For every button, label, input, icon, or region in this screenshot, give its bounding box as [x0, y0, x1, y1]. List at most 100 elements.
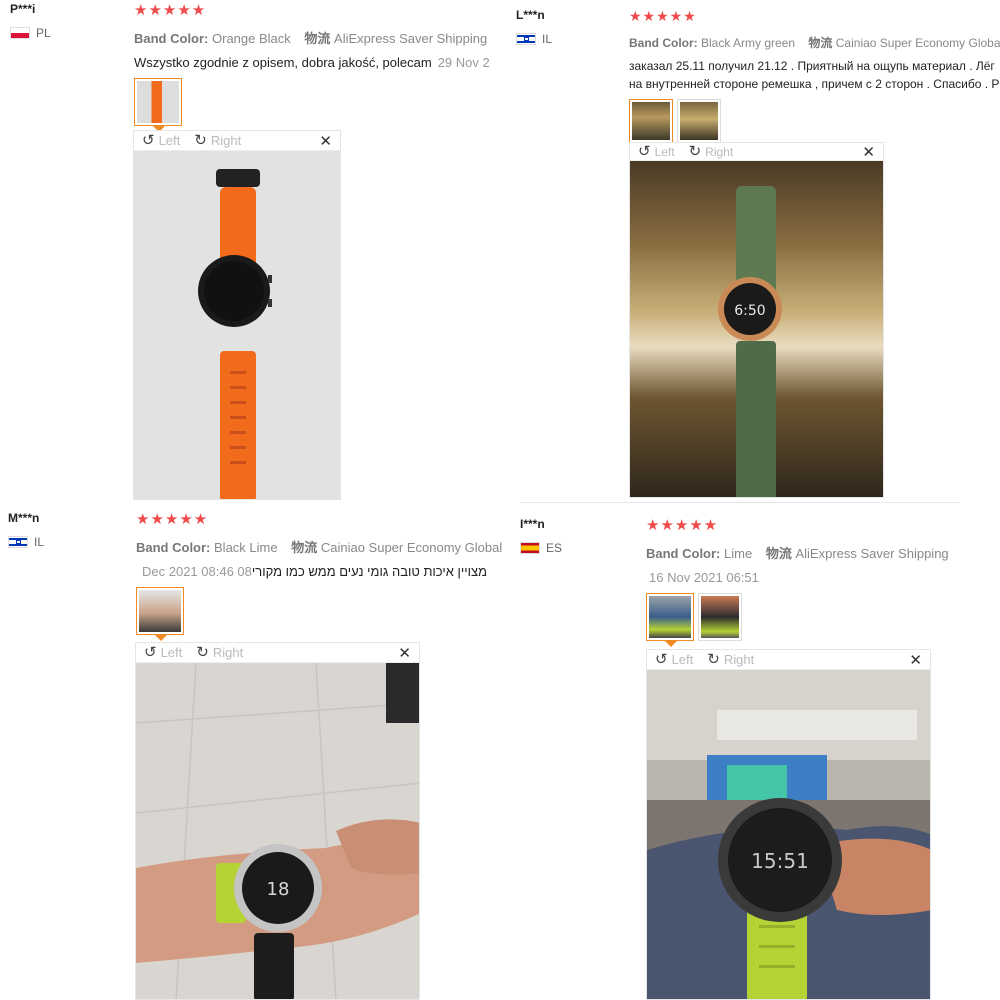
photo-viewer: ↺ Left ↻ Right ✕ 15:51 — [646, 649, 931, 1000]
close-icon[interactable]: ✕ — [909, 651, 922, 669]
rotate-right-icon: ↻ — [194, 132, 207, 149]
band-color-label: Band Color: — [646, 546, 721, 561]
review-text-line2: на внутренней стороне ремешка , причем с… — [629, 77, 1000, 91]
star-rating: ★★★★★ — [136, 511, 209, 528]
photo-thumbnails — [134, 78, 494, 132]
rotate-right-button[interactable]: ↻ Right — [194, 133, 241, 148]
review-text: מצויין איכות טובה גומי נעים ממש כמו מקור… — [136, 564, 500, 579]
band-color-label: Band Color: — [134, 31, 209, 46]
reviewer-name: I***n — [520, 517, 545, 531]
watch-photo-black-lime: 18 — [136, 663, 419, 999]
review-text: 16 Nov 2021 06:51 — [646, 570, 1000, 585]
review-1: P***i PL ★★★★★ Band Color: Orange Black … — [0, 0, 500, 500]
spain-flag-icon — [520, 542, 540, 554]
review-photo[interactable]: 15:51 — [647, 670, 930, 999]
reviewer-country: IL — [516, 32, 552, 46]
review-photo[interactable]: 6:50 — [630, 161, 883, 497]
watch-photo-army-green: 6:50 — [630, 161, 883, 497]
rotate-right-button[interactable]: ↻ Right — [196, 645, 243, 660]
review-text-line1: заказал 25.11 получил 21.12 . Приятный н… — [629, 59, 995, 73]
watch-photo-lime: 15:51 — [647, 670, 930, 999]
review-2: L***n IL ★★★★★ Band Color: Black Army gr… — [510, 0, 1000, 503]
reviewer-info: M***n IL — [8, 511, 44, 549]
photo-viewer: ↺ Left ↻ Right ✕ — [133, 130, 341, 500]
review-date: 08 Dec 2021 08:46 — [142, 564, 252, 579]
reviewer-info: P***i PL — [10, 2, 51, 40]
close-icon[interactable]: ✕ — [319, 132, 332, 150]
logistics-label: 物流 — [765, 546, 792, 561]
divider — [520, 502, 960, 503]
rotate-right-button[interactable]: ↻ Right — [707, 652, 754, 667]
band-color-label: Band Color: — [629, 36, 698, 50]
sku-info: Band Color: Orange Black 物流 AliExpress S… — [134, 28, 494, 47]
shipping-value: AliExpress Saver Shipping — [795, 546, 949, 561]
photo-thumbnails — [646, 593, 1000, 647]
review-4: I***n ES ★★★★★ Band Color: Lime 物流 AliEx… — [510, 505, 1000, 1000]
rotate-right-icon: ↻ — [688, 143, 702, 160]
viewer-toolbar: ↺ Left ↻ Right ✕ — [630, 143, 883, 161]
photo-thumbnail[interactable] — [677, 99, 721, 143]
reviewer-name: M***n — [8, 511, 40, 525]
photo-thumbnail[interactable] — [698, 593, 742, 641]
review-date: 16 Nov 2021 06:51 — [649, 570, 759, 585]
reviewer-info: L***n IL — [516, 8, 552, 46]
photo-thumbnails — [629, 99, 1000, 149]
rotate-left-icon: ↺ — [655, 651, 668, 668]
review-text: Wszystko zgodnie z opisem, dobra jakość,… — [134, 55, 494, 70]
rotate-right-button[interactable]: ↻ Right — [689, 144, 734, 159]
band-color-label: Band Color: — [136, 540, 211, 555]
band-color-value: Lime — [724, 546, 753, 561]
country-code: ES — [546, 541, 563, 555]
photo-thumbnails — [136, 587, 500, 641]
watch-photo-orange — [134, 151, 340, 499]
review-date: 29 Nov 2 — [437, 55, 490, 70]
country-code: IL — [34, 535, 45, 549]
sku-info: Band Color: Black Lime 物流 Cainiao Super … — [136, 537, 502, 556]
review-content: מצויין איכות טובה גומי נעים ממש כמו מקור… — [251, 564, 488, 579]
rotate-left-button[interactable]: ↺ Left — [655, 652, 693, 667]
review-photo[interactable] — [134, 151, 340, 499]
photo-thumbnail[interactable] — [134, 78, 182, 132]
band-color-value: Black Army green — [701, 36, 796, 50]
poland-flag-icon — [10, 27, 30, 39]
photo-viewer: ↺ Left ↻ Right ✕ 18 — [135, 642, 420, 1000]
israel-flag-icon — [516, 33, 536, 45]
close-icon[interactable]: ✕ — [398, 644, 411, 662]
logistics-label: 物流 — [304, 31, 331, 46]
close-icon[interactable]: ✕ — [862, 143, 875, 161]
rotate-left-button[interactable]: ↺ Left — [144, 645, 182, 660]
reviewer-name: P***i — [10, 2, 36, 16]
viewer-toolbar: ↺ Left ↻ Right ✕ — [136, 643, 419, 663]
shipping-value: AliExpress Saver Shipping — [334, 31, 488, 46]
reviewer-name: L***n — [516, 8, 545, 22]
rotate-right-icon: ↻ — [196, 644, 209, 661]
review-content: Wszystko zgodnie z opisem, dobra jakość,… — [134, 55, 432, 70]
rotate-left-icon: ↺ — [638, 143, 651, 160]
photo-thumbnail[interactable] — [629, 99, 673, 149]
reviewer-country: PL — [10, 26, 51, 40]
watch-screen-time: 6:50 — [734, 303, 765, 319]
viewer-toolbar: ↺ Left ↻ Right ✕ — [647, 650, 930, 670]
band-color-value: Black Lime — [214, 540, 278, 555]
watch-screen-value: 18 — [267, 879, 290, 900]
sku-info: Band Color: Black Army green 物流 Cainiao … — [629, 34, 1000, 51]
rotate-right-icon: ↻ — [707, 651, 720, 668]
logistics-label: 物流 — [291, 540, 318, 555]
shipping-value: Cainiao Super Economy Global — [835, 36, 1000, 50]
sku-info: Band Color: Lime 物流 AliExpress Saver Shi… — [646, 543, 1000, 562]
photo-viewer: ↺ Left ↻ Right ✕ — [629, 142, 884, 498]
band-color-value: Orange Black — [212, 31, 291, 46]
rotate-left-button[interactable]: ↺ Left — [638, 144, 675, 159]
photo-thumbnail[interactable] — [646, 593, 694, 647]
logistics-label: 物流 — [808, 36, 833, 50]
photo-thumbnail[interactable] — [136, 587, 184, 641]
country-code: IL — [542, 32, 553, 46]
review-3: M***n IL ★★★★★ Band Color: Black Lime 物流… — [0, 505, 502, 1000]
star-rating: ★★★★★ — [646, 517, 719, 534]
rotate-left-icon: ↺ — [144, 644, 157, 661]
rotate-left-button[interactable]: ↺ Left — [142, 133, 180, 148]
watch-screen-time: 15:51 — [751, 849, 809, 873]
israel-flag-icon — [8, 536, 28, 548]
viewer-toolbar: ↺ Left ↻ Right ✕ — [134, 131, 340, 151]
review-photo[interactable]: 18 — [136, 663, 419, 999]
